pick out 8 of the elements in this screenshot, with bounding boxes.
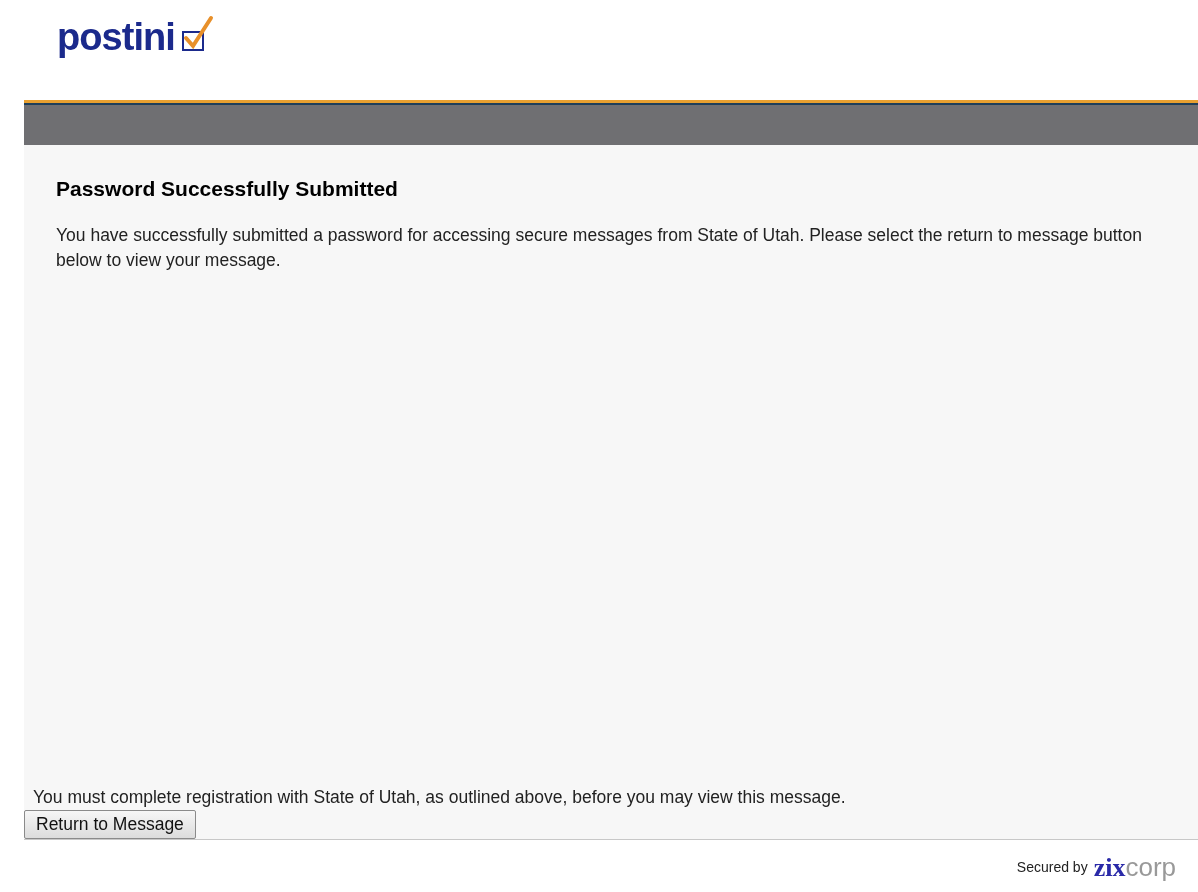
logo-wordmark: postini [57, 18, 175, 56]
confirmation-message: You have successfully submitted a password for accessing secure messages from State of Utah. Please select the return to message button below to view your message. [56, 223, 1143, 272]
vendor-logo: zixcorp [1093, 854, 1176, 881]
registration-notice: You must complete registration with State of Utah, as outlined above, before you may view this message. [32, 785, 846, 809]
page-heading: Password Successfully Submitted [56, 176, 399, 202]
checkbox-tick-icon [180, 14, 215, 54]
return-to-message-button[interactable]: Return to Message [24, 810, 196, 839]
secured-by-label: Secured by [1016, 858, 1088, 877]
